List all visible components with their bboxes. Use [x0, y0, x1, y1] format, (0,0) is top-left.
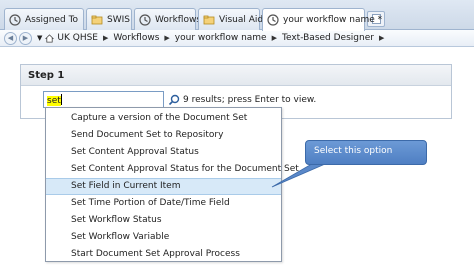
- dropdown-item[interactable]: Set Content Approval Status for the Docu…: [46, 161, 299, 178]
- dropdown-item[interactable]: Set Content Approval Status: [46, 144, 281, 161]
- text-caret: [60, 94, 62, 105]
- workflow-icon: [139, 13, 151, 26]
- home-icon: [45, 33, 55, 43]
- search-icon[interactable]: [168, 94, 180, 106]
- dropdown-arrow-icon[interactable]: ▼: [37, 34, 42, 42]
- breadcrumb: ◀ ▶ ▼ UK QHSE ▶ Workflows ▶ your workflo…: [0, 30, 474, 47]
- dropdown-item[interactable]: Send Document Set to Repository: [46, 127, 281, 144]
- folder-icon: [203, 15, 215, 24]
- tab-label: SWIS: [107, 14, 130, 25]
- breadcrumb-item-text-based-designer[interactable]: Text-Based Designer: [282, 33, 374, 43]
- dropdown-item-selected[interactable]: Set Field in Current Item: [46, 178, 281, 195]
- folder-icon: [91, 15, 103, 24]
- tab-label: Workflows: [155, 14, 202, 25]
- breadcrumb-item-workflow-name[interactable]: your workflow name: [175, 33, 267, 43]
- step-title: Step 1: [21, 65, 451, 86]
- tab-assigned-to[interactable]: Assigned To: [4, 8, 84, 30]
- callout-annotation: Select this option: [305, 140, 427, 165]
- tab-your-workflow-name[interactable]: your workflow name *: [262, 8, 382, 31]
- tab-label: Visual Aids: [219, 14, 268, 25]
- workflow-icon: [267, 14, 279, 26]
- breadcrumb-item-workflows[interactable]: Workflows: [113, 33, 159, 43]
- tab-label: Assigned To: [25, 14, 79, 25]
- search-input-value: set: [47, 96, 61, 106]
- tab-workflows[interactable]: Workflows: [134, 8, 201, 30]
- action-suggestions-dropdown: Capture a version of the Document Set Se…: [45, 107, 299, 263]
- tab-strip: Assigned To SWIS Workflows Visual Aids y…: [0, 0, 474, 31]
- action-search-input[interactable]: set: [43, 91, 164, 108]
- tab-label: your workflow name *: [283, 15, 383, 25]
- back-button[interactable]: ◀: [4, 31, 17, 45]
- dropdown-item[interactable]: Start Document Set Approval Process: [46, 246, 281, 263]
- dropdown-item[interactable]: Capture a version of the Document Set: [46, 110, 281, 127]
- chevron-right-icon: ▶: [103, 34, 109, 42]
- chevron-right-icon: ▶: [164, 34, 170, 42]
- dropdown-item[interactable]: Set Workflow Status: [46, 212, 281, 229]
- dropdown-item[interactable]: Set Time Portion of Date/Time Field: [46, 195, 281, 212]
- search-results-text: 9 results; press Enter to view.: [183, 95, 317, 105]
- tab-swis[interactable]: SWIS: [86, 8, 132, 30]
- breadcrumb-item-uk-qhse[interactable]: UK QHSE: [57, 33, 98, 43]
- dropdown-item[interactable]: Set Workflow Variable: [46, 229, 281, 246]
- chevron-right-icon: ▶: [271, 34, 277, 42]
- callout-text: Select this option: [314, 146, 393, 156]
- workflow-icon: [9, 13, 21, 26]
- forward-button[interactable]: ▶: [19, 31, 32, 45]
- chevron-right-icon: ▶: [378, 34, 385, 42]
- tab-visual-aids[interactable]: Visual Aids: [198, 8, 268, 30]
